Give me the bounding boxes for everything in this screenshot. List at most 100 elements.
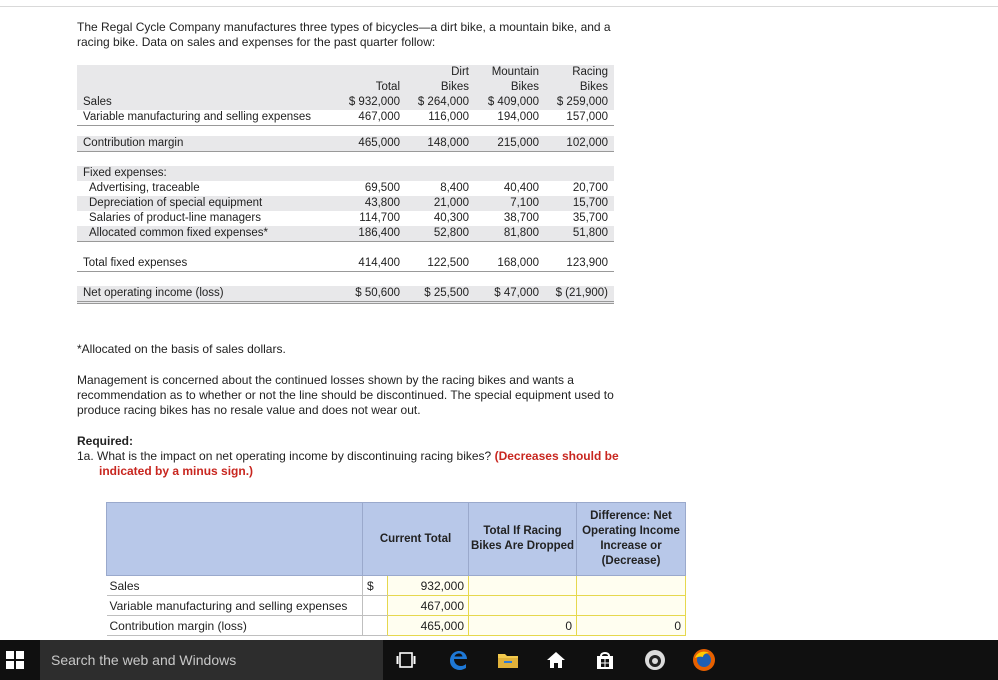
answer-row-label: Variable manufacturing and selling expen… xyxy=(106,595,363,616)
firefox-icon[interactable] xyxy=(692,648,716,672)
file-explorer-icon[interactable] xyxy=(496,648,520,672)
header-mountain-bikes: Bikes xyxy=(510,81,539,93)
cell: 35,700 xyxy=(572,212,608,224)
cell: 114,700 xyxy=(359,212,400,224)
top-divider xyxy=(0,6,998,7)
required-heading: Required: xyxy=(77,434,134,448)
cell: 465,000 xyxy=(358,137,400,149)
header-total-if-dropped: Total If Racing Bikes Are Dropped xyxy=(468,502,577,576)
cell: 81,800 xyxy=(503,227,539,239)
row-advertising: Advertising, traceable 69,500 8,400 40,4… xyxy=(77,181,614,196)
cell: 467,000 xyxy=(358,111,400,123)
windows-start-icon[interactable] xyxy=(6,651,24,669)
row-label: Variable manufacturing and selling expen… xyxy=(83,111,312,123)
cell: 21,000 xyxy=(433,197,469,209)
cell: $ 50,600 xyxy=(355,287,400,299)
taskbar-search-box[interactable]: Search the web and Windows xyxy=(40,640,383,680)
difference-input[interactable] xyxy=(576,575,686,596)
task-view-icon[interactable] xyxy=(394,648,418,672)
row-label: Fixed expenses: xyxy=(83,167,167,179)
cell: 148,000 xyxy=(427,137,469,149)
cell: $ 932,000 xyxy=(348,96,400,108)
row-fixed-heading: Fixed expenses: xyxy=(77,166,614,181)
answer-table: Current Total Total If Racing Bikes Are … xyxy=(106,502,686,636)
footnote: *Allocated on the basis of sales dollars… xyxy=(77,342,286,356)
header-mountain: Mountain xyxy=(491,66,539,78)
question-1a: 1a. What is the impact on net operating … xyxy=(77,449,647,479)
row-label: Salaries of product-line managers xyxy=(89,212,261,224)
intro-text: The Regal Cycle Company manufactures thr… xyxy=(77,20,611,49)
cell: $ 25,500 xyxy=(424,287,469,299)
cell: 122,500 xyxy=(427,257,469,269)
header-racing-bikes: Bikes xyxy=(579,81,608,93)
row-total-fixed: Total fixed expenses 414,400 122,500 168… xyxy=(77,256,614,272)
cell: $ 47,000 xyxy=(494,287,539,299)
cell: 414,400 xyxy=(358,257,400,269)
sales-expenses-table: Dirt Mountain Racing Total Bikes Bikes B… xyxy=(77,65,614,304)
header-current-total: Current Total xyxy=(362,502,469,576)
cell: 157,000 xyxy=(566,111,608,123)
answer-row-label: Contribution margin (loss) xyxy=(106,615,363,636)
dollar-sign: $ xyxy=(362,575,388,596)
header-row-2: Total Bikes Bikes Bikes xyxy=(77,80,614,95)
cell: 38,700 xyxy=(503,212,539,224)
cell: 194,000 xyxy=(497,111,539,123)
row-salaries: Salaries of product-line managers 114,70… xyxy=(77,211,614,226)
answer-header-row: Current Total Total If Racing Bikes Are … xyxy=(106,502,686,576)
cell: 40,400 xyxy=(503,182,539,194)
problem-intro: The Regal Cycle Company manufactures thr… xyxy=(77,20,637,50)
dropped-input[interactable] xyxy=(468,575,577,596)
cell: 8,400 xyxy=(440,182,469,194)
cell: $ (21,900) xyxy=(555,287,608,299)
question-text: 1a. What is the impact on net operating … xyxy=(77,449,492,463)
required-section: Required: 1a. What is the impact on net … xyxy=(77,434,647,479)
header-blank xyxy=(106,502,363,576)
answer-row-label: Sales xyxy=(106,575,363,596)
cell: 168,000 xyxy=(497,257,539,269)
cell: 215,000 xyxy=(497,137,539,149)
cell: 15,700 xyxy=(572,197,608,209)
answer-row-contribution: Contribution margin (loss) 465,000 0 0 xyxy=(106,615,686,636)
cell: 102,000 xyxy=(566,137,608,149)
row-contribution: Contribution margin 465,000 148,000 215,… xyxy=(77,136,614,152)
current-total-cell: 465,000 xyxy=(387,615,469,636)
cell: 20,700 xyxy=(572,182,608,194)
row-label: Depreciation of special equipment xyxy=(89,197,263,209)
row-label: Total fixed expenses xyxy=(83,257,188,269)
header-racing: Racing xyxy=(572,66,608,78)
row-label: Sales xyxy=(83,96,112,108)
dropped-cell: 0 xyxy=(468,615,577,636)
cell: $ 264,000 xyxy=(417,96,469,108)
row-variable: Variable manufacturing and selling expen… xyxy=(77,110,614,126)
cell: 186,400 xyxy=(358,227,400,239)
row-sales: Sales $ 932,000 $ 264,000 $ 409,000 $ 25… xyxy=(77,95,614,110)
cell: 7,100 xyxy=(510,197,539,209)
header-total: Total xyxy=(375,81,400,93)
answer-row-sales: Sales $ 932,000 xyxy=(106,575,686,596)
cell: 51,800 xyxy=(572,227,608,239)
dollar-sign xyxy=(362,595,388,616)
row-net-operating-income: Net operating income (loss) $ 50,600 $ 2… xyxy=(77,286,614,304)
row-label: Contribution margin xyxy=(83,137,184,149)
cell: $ 409,000 xyxy=(487,96,539,108)
cell: 69,500 xyxy=(364,182,400,194)
media-app-icon[interactable] xyxy=(643,648,667,672)
dropped-input[interactable] xyxy=(468,595,577,616)
cell: 116,000 xyxy=(428,111,469,123)
cell: 52,800 xyxy=(433,227,469,239)
header-dirt-bikes: Bikes xyxy=(440,81,469,93)
home-icon[interactable] xyxy=(544,648,568,672)
current-total-cell: 932,000 xyxy=(387,575,469,596)
cell: 123,900 xyxy=(566,257,608,269)
row-label: Advertising, traceable xyxy=(89,182,200,194)
store-icon[interactable] xyxy=(593,648,617,672)
cell: 40,300 xyxy=(433,212,469,224)
difference-cell: 0 xyxy=(576,615,686,636)
dollar-sign xyxy=(362,615,388,636)
question-note-2: indicated by a minus sign.) xyxy=(99,464,254,478)
edge-browser-icon[interactable] xyxy=(446,648,470,672)
difference-input[interactable] xyxy=(576,595,686,616)
row-label: Allocated common fixed expenses* xyxy=(89,227,268,239)
row-depreciation: Depreciation of special equipment 43,800… xyxy=(77,196,614,211)
answer-row-variable: Variable manufacturing and selling expen… xyxy=(106,595,686,616)
